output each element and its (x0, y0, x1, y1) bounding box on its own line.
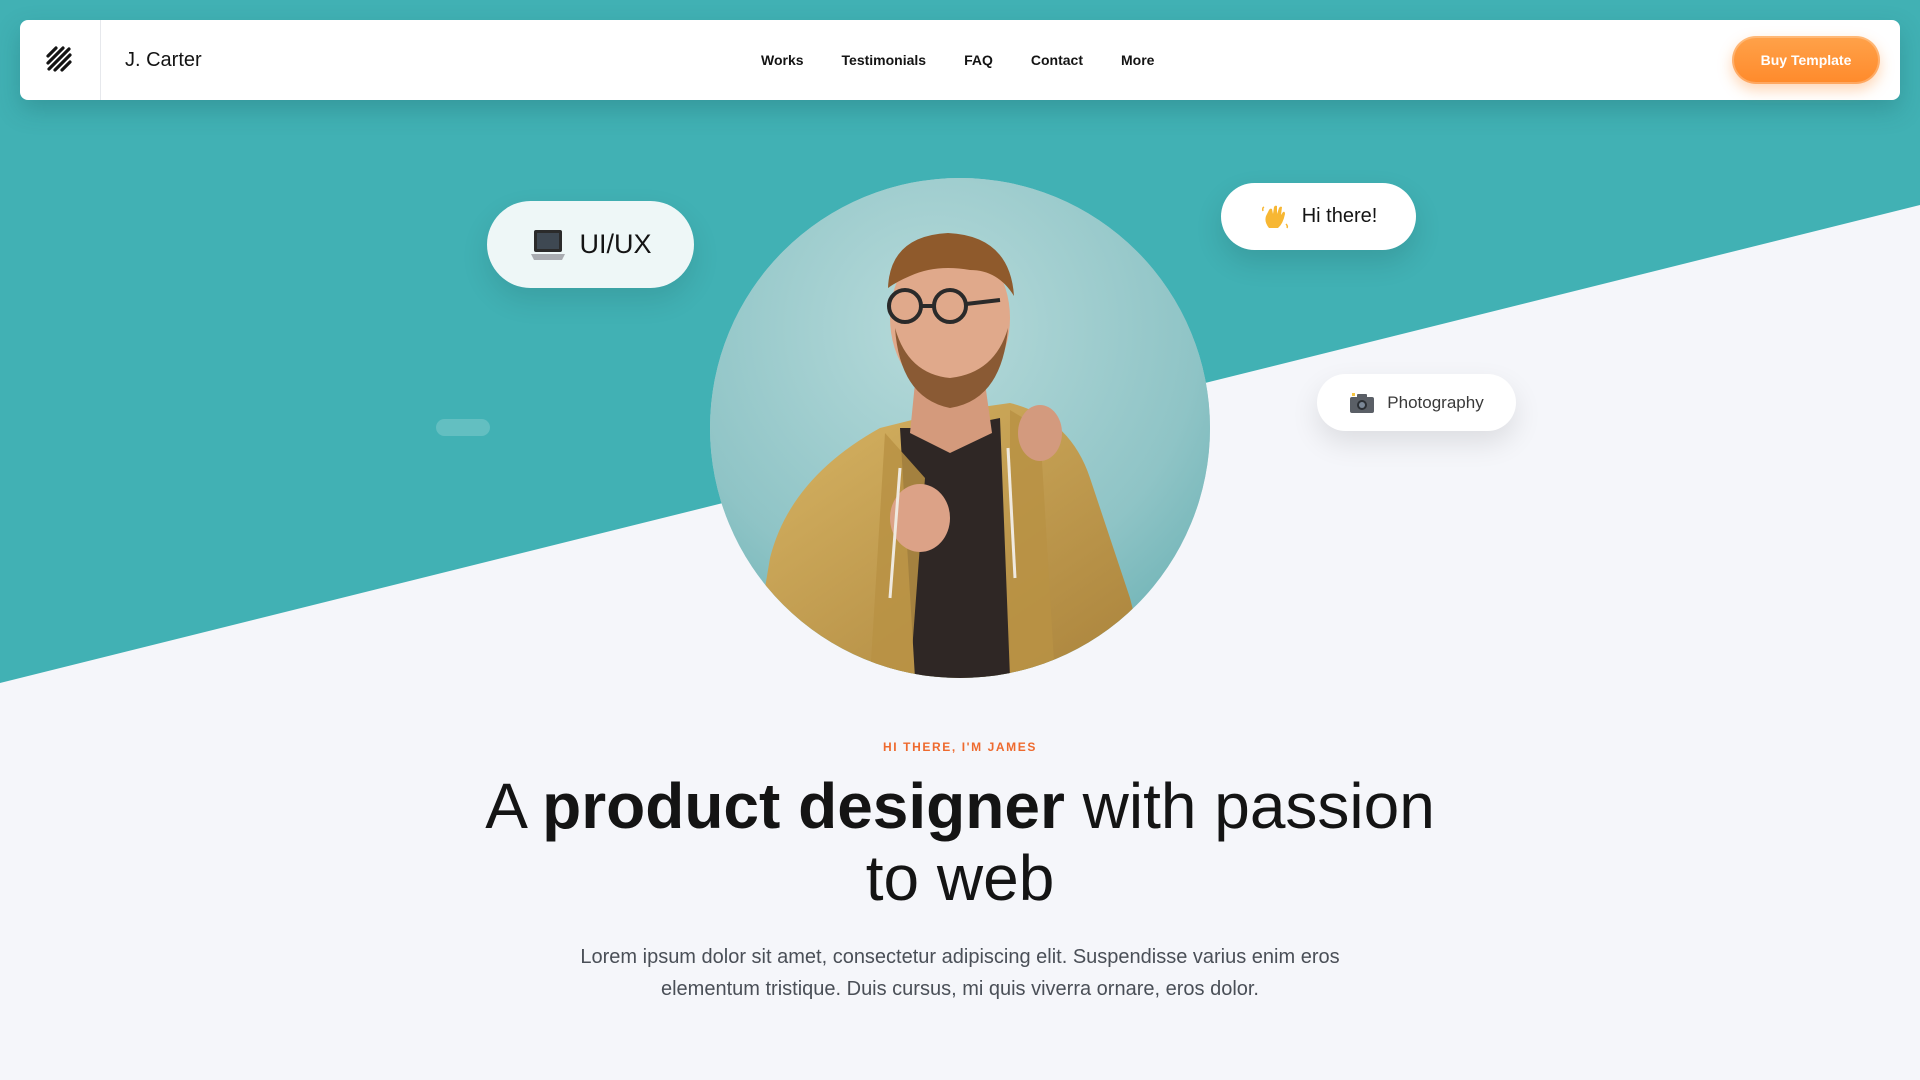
headline-emphasis: product designer (542, 770, 1065, 842)
person-illustration (710, 178, 1210, 678)
nav-link-works[interactable]: Works (761, 52, 804, 68)
hero-description: Lorem ipsum dolor sit amet, consectetur … (580, 946, 1340, 1000)
tag-photography-label: Photography (1387, 392, 1484, 412)
tag-uiux: UI/UX (487, 201, 694, 288)
nav-link-testimonials[interactable]: Testimonials (842, 52, 927, 68)
waving-hand-icon (1260, 202, 1290, 232)
laptop-icon (529, 226, 567, 264)
page: J. Carter Works Testimonials FAQ Contact… (0, 0, 1920, 1080)
top-navbar: J. Carter Works Testimonials FAQ Contact… (20, 20, 1900, 100)
tag-uiux-label: UI/UX (579, 229, 652, 259)
brand-name[interactable]: J. Carter (125, 49, 202, 72)
tag-greeting: Hi there! (1221, 183, 1416, 250)
tag-greeting-label: Hi there! (1301, 205, 1378, 227)
nav-link-contact[interactable]: Contact (1031, 52, 1083, 68)
decorative-pill (436, 419, 490, 436)
camera-icon (1349, 392, 1375, 414)
hero-headline: A product designer with passion to web (460, 770, 1460, 914)
buy-template-button[interactable]: Buy Template (1732, 36, 1880, 84)
diagonal-stripes-logo-icon (46, 46, 72, 72)
hero-eyebrow: HI THERE, I'M JAMES (883, 740, 1037, 754)
profile-photo (710, 178, 1210, 678)
tag-photography: Photography (1317, 374, 1516, 431)
logo[interactable] (20, 20, 101, 100)
nav-link-more[interactable]: More (1121, 52, 1154, 68)
nav-link-faq[interactable]: FAQ (964, 52, 993, 68)
nav-menu: Works Testimonials FAQ Contact More (761, 20, 1192, 100)
headline-prefix: A (485, 770, 543, 842)
